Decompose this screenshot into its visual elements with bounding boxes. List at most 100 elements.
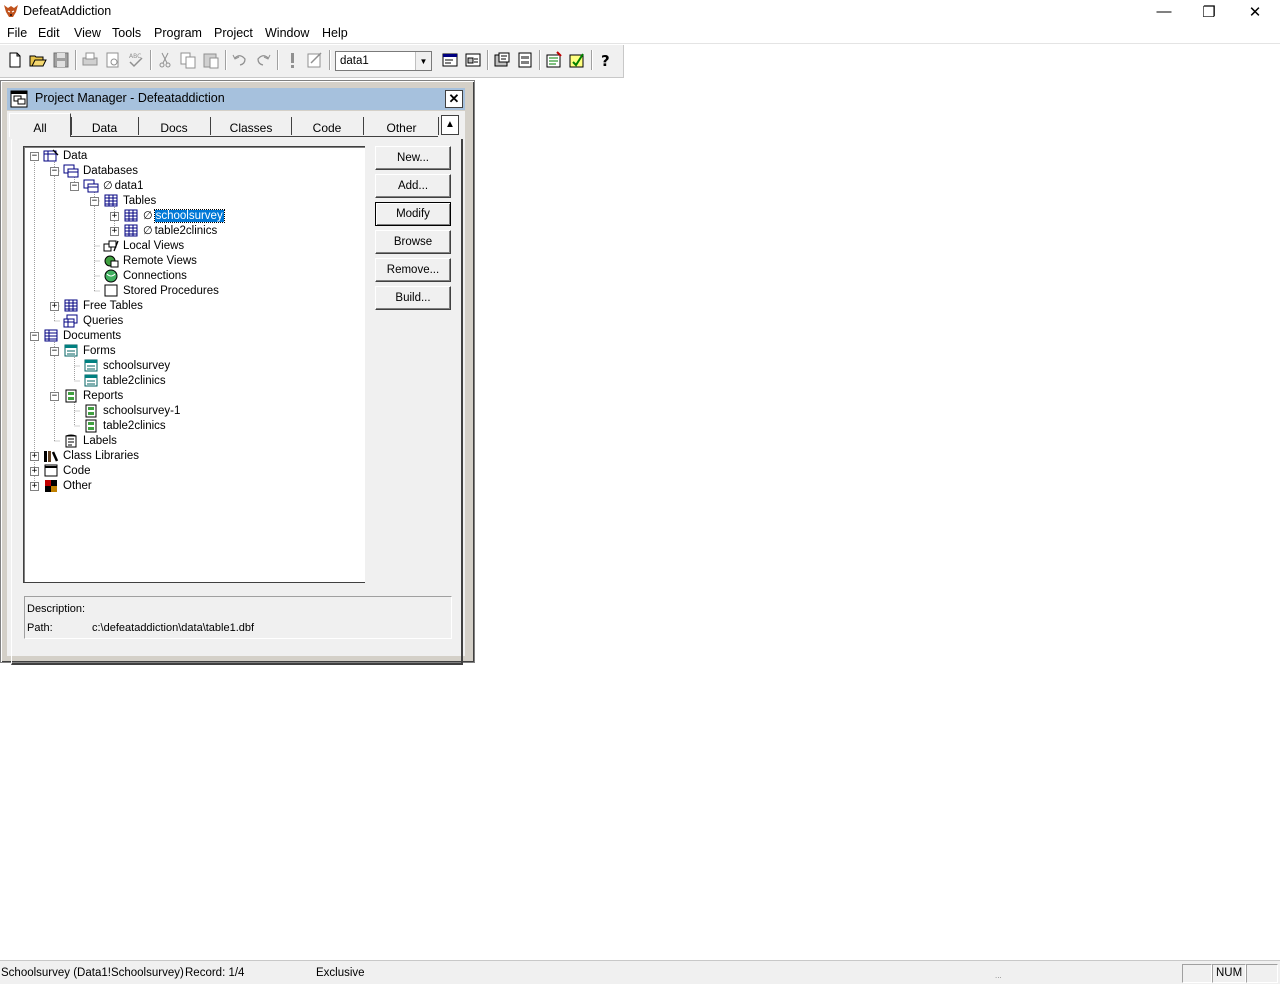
browse-button[interactable]: Browse: [375, 230, 451, 254]
build-button[interactable]: Build...: [375, 286, 451, 310]
tree-node-table2clinics-report[interactable]: table2clinics: [83, 418, 166, 433]
app-title: DefeatAddiction: [23, 4, 112, 18]
menu-help[interactable]: Help: [322, 26, 348, 40]
tables-icon: [103, 194, 119, 208]
tree-node-tables[interactable]: Tables: [103, 193, 156, 208]
collapse-tables-icon[interactable]: −: [90, 197, 99, 206]
collapse-data1-icon[interactable]: −: [70, 182, 79, 191]
project-manager-title: Project Manager - Defeataddiction: [35, 91, 225, 105]
expand-class-libraries-icon[interactable]: +: [30, 452, 39, 461]
tree-node-documents[interactable]: Documents: [43, 328, 121, 343]
status-caps-panel: [1182, 964, 1212, 983]
toolbar-separator: [539, 50, 541, 70]
modify-form-icon[interactable]: [304, 49, 326, 71]
collapse-arrow-icon[interactable]: ▲: [441, 115, 459, 135]
menu-file[interactable]: File: [7, 26, 27, 40]
app-titlebar: DefeatAddiction — ❐ ✕: [0, 0, 1280, 23]
database-combo-value: data1: [340, 55, 369, 67]
restore-button[interactable]: ❐: [1186, 0, 1232, 23]
autoform-icon[interactable]: [566, 49, 588, 71]
expand-free-tables-icon[interactable]: +: [50, 302, 59, 311]
command-window-icon[interactable]: [439, 49, 461, 71]
view-window-icon[interactable]: [462, 49, 484, 71]
queries-icon: [63, 314, 79, 328]
tree-node-schoolsurvey-1-report[interactable]: schoolsurvey-1: [83, 403, 180, 418]
collapse-documents-icon[interactable]: −: [30, 332, 39, 341]
collapse-databases-icon[interactable]: −: [50, 167, 59, 176]
new-file-icon[interactable]: [4, 49, 26, 71]
help-icon[interactable]: ?: [595, 49, 617, 71]
project-tree[interactable]: − − − − + + + − − − + + + Data Databases…: [23, 146, 365, 583]
minimize-button[interactable]: —: [1141, 0, 1187, 23]
project-manager-titlebar[interactable]: Project Manager - Defeataddiction ✕: [7, 88, 465, 110]
tree-node-databases[interactable]: Databases: [63, 163, 138, 178]
tree-node-reports[interactable]: Reports: [63, 388, 123, 403]
toolbar-separator: [487, 50, 489, 70]
print-icon[interactable]: [79, 49, 101, 71]
tree-node-schoolsurvey-table[interactable]: ∅ schoolsurvey: [123, 208, 225, 223]
tree-node-code[interactable]: Code: [43, 463, 91, 478]
tree-node-data1[interactable]: ∅ data1: [83, 178, 143, 193]
close-app-button[interactable]: ✕: [1232, 0, 1278, 23]
menu-window[interactable]: Window: [265, 26, 309, 40]
tree-node-table2clinics-form[interactable]: table2clinics: [83, 373, 166, 388]
cut-icon[interactable]: [154, 49, 176, 71]
tree-node-local-views[interactable]: Local Views: [103, 238, 184, 253]
path-value: c:\defeataddiction\data\table1.dbf: [92, 622, 255, 634]
expand-table2clinics-icon[interactable]: +: [110, 227, 119, 236]
new-button[interactable]: New...: [375, 146, 451, 170]
modify-button[interactable]: Modify: [375, 202, 451, 226]
status-mode: Exclusive: [316, 967, 365, 979]
collapse-forms-icon[interactable]: −: [50, 347, 59, 356]
menu-bar: File Edit View Tools Program Project Win…: [0, 23, 1280, 43]
save-icon[interactable]: [50, 49, 72, 71]
tree-node-stored-procedures[interactable]: Stored Procedures: [103, 283, 219, 298]
collapse-data-icon[interactable]: −: [30, 152, 39, 161]
tree-node-data[interactable]: Data: [43, 148, 87, 163]
tree-node-free-tables[interactable]: Free Tables: [63, 298, 143, 313]
report-designer-icon[interactable]: [514, 49, 536, 71]
collapse-reports-icon[interactable]: −: [50, 392, 59, 401]
close-icon[interactable]: ✕: [445, 90, 463, 108]
undo-icon[interactable]: [229, 49, 251, 71]
remove-button[interactable]: Remove...: [375, 258, 451, 282]
menu-project[interactable]: Project: [214, 26, 253, 40]
free-tables-icon: [63, 299, 79, 313]
stored-procedures-icon: [103, 284, 119, 298]
tree-node-other[interactable]: Other: [43, 478, 92, 493]
toolbar-separator: [277, 50, 279, 70]
wizards-icon[interactable]: [543, 49, 565, 71]
add-button[interactable]: Add...: [375, 174, 451, 198]
tree-node-labels[interactable]: Labels: [63, 433, 117, 448]
menu-program[interactable]: Program: [154, 26, 202, 40]
chevron-down-icon[interactable]: ▼: [415, 52, 431, 70]
status-record: Record: 1/4: [185, 967, 245, 979]
spelling-icon[interactable]: ABC: [125, 49, 147, 71]
tree-node-class-libraries[interactable]: Class Libraries: [43, 448, 139, 463]
tree-node-table2clinics-table[interactable]: ∅ table2clinics: [123, 223, 217, 238]
tree-node-queries[interactable]: Queries: [63, 313, 123, 328]
tree-node-remote-views[interactable]: Remote Views: [103, 253, 197, 268]
database-combo[interactable]: data1 ▼: [335, 51, 432, 71]
status-ins-panel: [1246, 964, 1278, 983]
paste-icon[interactable]: [200, 49, 222, 71]
local-views-icon: [103, 239, 119, 253]
redo-icon[interactable]: [252, 49, 274, 71]
path-label: Path:: [27, 622, 53, 634]
copy-icon[interactable]: [177, 49, 199, 71]
expand-other-icon[interactable]: +: [30, 482, 39, 491]
tree-node-connections[interactable]: Connections: [103, 268, 187, 283]
print-preview-icon[interactable]: [102, 49, 124, 71]
menu-view[interactable]: View: [74, 26, 101, 40]
open-folder-icon[interactable]: [27, 49, 49, 71]
expand-schoolsurvey-icon[interactable]: +: [110, 212, 119, 221]
expand-code-icon[interactable]: +: [30, 467, 39, 476]
form-designer-icon[interactable]: [491, 49, 513, 71]
tree-node-schoolsurvey-form[interactable]: schoolsurvey: [83, 358, 170, 373]
menu-edit[interactable]: Edit: [38, 26, 60, 40]
tab-divider: [438, 117, 439, 135]
run-icon[interactable]: [281, 49, 303, 71]
tree-node-forms[interactable]: Forms: [63, 343, 116, 358]
tab-all[interactable]: All: [9, 115, 71, 139]
menu-tools[interactable]: Tools: [112, 26, 141, 40]
